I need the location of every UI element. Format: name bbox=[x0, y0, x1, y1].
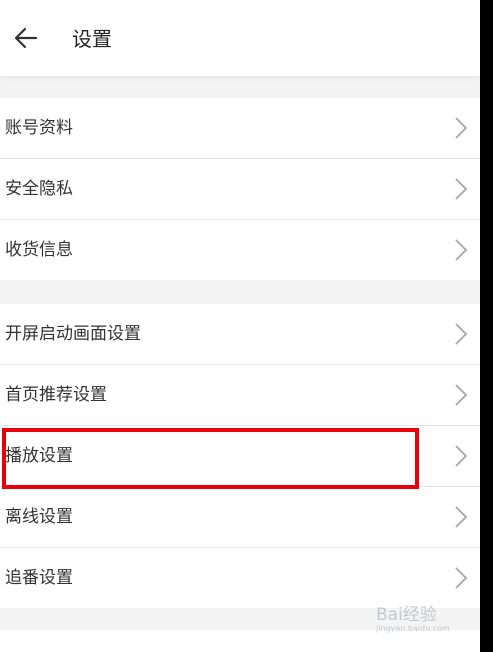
page-title: 设置 bbox=[72, 27, 112, 51]
settings-item-label: 离线设置 bbox=[5, 507, 73, 527]
settings-item-splash-screen[interactable]: 开屏启动画面设置 bbox=[0, 304, 480, 365]
settings-item-shipping-info[interactable]: 收货信息 bbox=[0, 220, 480, 280]
settings-item-security-privacy[interactable]: 安全隐私 bbox=[0, 159, 480, 220]
chevron-right-icon bbox=[455, 323, 468, 345]
chevron-right-icon bbox=[455, 384, 468, 406]
chevron-right-icon bbox=[455, 178, 468, 200]
top-bar: 设置 bbox=[0, 0, 480, 76]
settings-item-label: 开屏启动画面设置 bbox=[5, 324, 141, 344]
chevron-right-icon bbox=[455, 445, 468, 467]
settings-item-follow-series[interactable]: 追番设置 bbox=[0, 548, 480, 608]
chevron-right-icon bbox=[455, 506, 468, 528]
settings-screen: 设置 账号资料 安全隐私 收货信息 开屏启动画面设置 首页推荐设置 播放设置 离… bbox=[0, 0, 480, 652]
chevron-right-icon bbox=[455, 239, 468, 261]
settings-group-account: 账号资料 安全隐私 收货信息 bbox=[0, 98, 480, 280]
settings-item-home-recommend[interactable]: 首页推荐设置 bbox=[0, 365, 480, 426]
settings-item-account-profile[interactable]: 账号资料 bbox=[0, 98, 480, 159]
chevron-right-icon bbox=[455, 567, 468, 589]
settings-group-next bbox=[0, 630, 480, 652]
back-button[interactable] bbox=[12, 24, 40, 52]
settings-item-label: 收货信息 bbox=[5, 240, 73, 260]
settings-item-label: 安全隐私 bbox=[5, 179, 73, 199]
chevron-right-icon bbox=[455, 117, 468, 139]
settings-item-playback[interactable]: 播放设置 bbox=[0, 426, 480, 487]
settings-item-label: 播放设置 bbox=[5, 446, 73, 466]
settings-item-label: 首页推荐设置 bbox=[5, 385, 107, 405]
settings-item-label: 账号资料 bbox=[5, 118, 73, 138]
settings-item-label: 追番设置 bbox=[5, 568, 73, 588]
arrow-left-icon bbox=[14, 27, 38, 49]
settings-group-app: 开屏启动画面设置 首页推荐设置 播放设置 离线设置 追番设置 bbox=[0, 304, 480, 608]
settings-item-offline[interactable]: 离线设置 bbox=[0, 487, 480, 548]
